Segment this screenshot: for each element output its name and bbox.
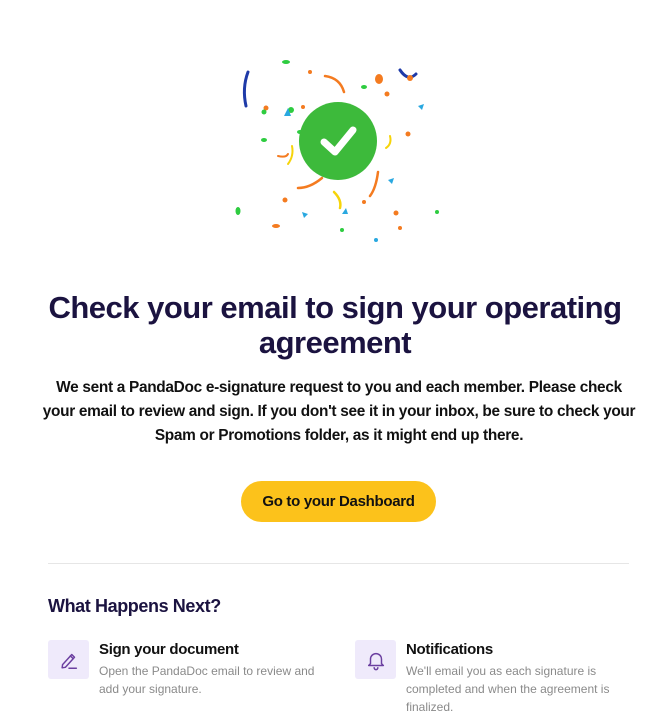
pen-icon: [48, 640, 89, 679]
page-title: Check your email to sign your operating …: [48, 290, 622, 360]
step-title: Notifications: [406, 641, 493, 658]
success-illustration: [230, 50, 450, 250]
step-description: Open the PandaDoc email to review and ad…: [99, 664, 315, 696]
bell-icon: [355, 640, 396, 679]
section-divider: [48, 563, 629, 564]
confetti-graphic: [235, 60, 439, 242]
what-happens-next-heading: What Happens Next?: [48, 596, 221, 616]
instruction-text: We sent a PandaDoc e-signature request t…: [42, 379, 636, 444]
step-description: We'll email you as each signature is com…: [406, 664, 610, 714]
step-title: Sign your document: [99, 641, 239, 658]
go-to-dashboard-button[interactable]: Go to your Dashboard: [241, 481, 436, 522]
